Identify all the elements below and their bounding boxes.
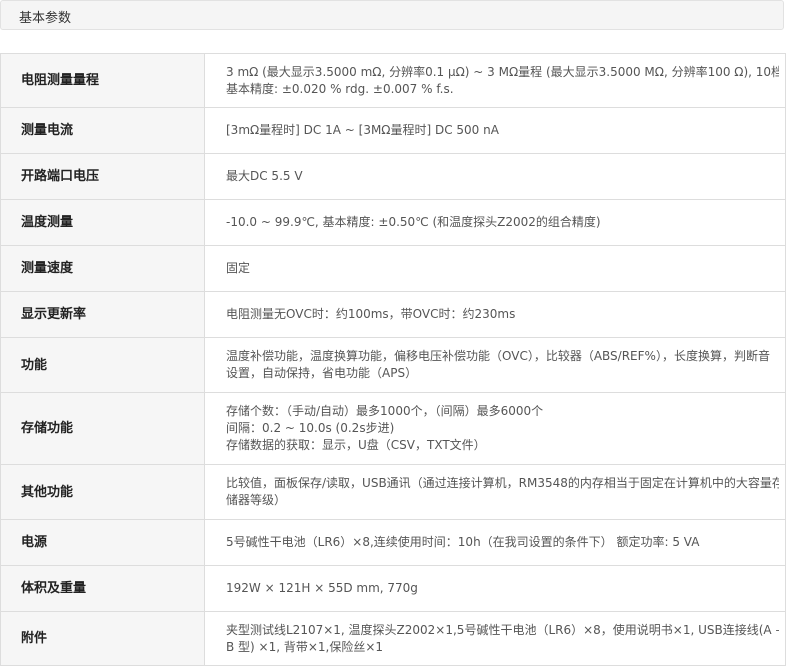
row-value: 比较值，面板保存/读取，USB通讯（通过连接计算机，RM3548的内存相当于固定… <box>204 464 786 520</box>
table-row: 附件 夹型测试线L2107×1, 温度探头Z2002×1,5号碱性干电池（LR6… <box>0 611 786 666</box>
spec-table: 电阻测量量程 3 mΩ (最大显示3.5000 mΩ, 分辨率0.1 μΩ) ~… <box>0 53 786 666</box>
value-line: [3mΩ量程时] DC 1A ~ [3MΩ量程时] DC 500 nA <box>226 123 499 137</box>
value-line: 比较值，面板保存/读取，USB通讯（通过连接计算机，RM3548的内存相当于固定… <box>226 476 779 490</box>
value-line: 最大DC 5.5 V <box>226 169 303 183</box>
row-label: 开路端口电压 <box>0 153 205 200</box>
value-line: 夹型测试线L2107×1, 温度探头Z2002×1,5号碱性干电池（LR6）×8… <box>226 622 779 637</box>
row-label: 测量电流 <box>0 107 205 154</box>
row-value: 最大DC 5.5 V <box>204 153 786 200</box>
row-label: 存储功能 <box>0 392 205 465</box>
value-line: 存储数据的获取：显示，U盘（CSV，TXT文件） <box>226 438 486 452</box>
row-value: 3 mΩ (最大显示3.5000 mΩ, 分辨率0.1 μΩ) ~ 3 MΩ量程… <box>204 53 786 108</box>
row-label: 其他功能 <box>0 464 205 520</box>
row-label: 温度测量 <box>0 199 205 246</box>
row-label: 电源 <box>0 519 205 566</box>
value-line: -10.0 ~ 99.9℃, 基本精度: ±0.50℃ (和温度探头Z2002的… <box>226 215 601 229</box>
table-row: 存储功能 存储个数：（手动/自动）最多1000个，（间隔）最多6000个 间隔：… <box>0 392 786 465</box>
value-line: 间隔：0.2 ~ 10.0s (0.2s步进) <box>226 421 395 435</box>
row-label: 体积及重量 <box>0 565 205 612</box>
row-value: 5号碱性干电池（LR6）×8,连续使用时间：10h（在我司设置的条件下） 额定功… <box>204 519 786 566</box>
value-line: 3 mΩ (最大显示3.5000 mΩ, 分辨率0.1 μΩ) ~ 3 MΩ量程… <box>226 64 779 79</box>
table-row: 测量速度 固定 <box>0 245 786 292</box>
row-label: 显示更新率 <box>0 291 205 338</box>
row-label: 附件 <box>0 611 205 666</box>
table-row: 其他功能 比较值，面板保存/读取，USB通讯（通过连接计算机，RM3548的内存… <box>0 464 786 520</box>
table-row: 测量电流 [3mΩ量程时] DC 1A ~ [3MΩ量程时] DC 500 nA <box>0 107 786 154</box>
table-row: 温度测量 -10.0 ~ 99.9℃, 基本精度: ±0.50℃ (和温度探头Z… <box>0 199 786 246</box>
value-line: 固定 <box>226 261 251 275</box>
table-row: 显示更新率 电阻测量无OVC时：约100ms，带OVC时：约230ms <box>0 291 786 338</box>
row-value: -10.0 ~ 99.9℃, 基本精度: ±0.50℃ (和温度探头Z2002的… <box>204 199 786 246</box>
value-line: 5号碱性干电池（LR6）×8,连续使用时间：10h（在我司设置的条件下） 额定功… <box>226 535 700 549</box>
row-value: 固定 <box>204 245 786 292</box>
row-value: 192W × 121H × 55D mm, 770g <box>204 565 786 612</box>
value-line: 192W × 121H × 55D mm, 770g <box>226 581 418 595</box>
table-row: 开路端口电压 最大DC 5.5 V <box>0 153 786 200</box>
value-line: 储器等级） <box>226 493 287 507</box>
value-line: B 型) ×1, 背带×1,保险丝×1 <box>226 639 384 654</box>
row-label: 电阻测量量程 <box>0 53 205 108</box>
section-header: 基本参数 <box>0 0 784 30</box>
row-value: 存储个数：（手动/自动）最多1000个，（间隔）最多6000个 间隔：0.2 ~… <box>204 392 786 465</box>
value-line: 设置，自动保持，省电功能（APS） <box>226 366 418 380</box>
row-label: 功能 <box>0 337 205 393</box>
value-line: 基本精度: ±0.020 % rdg. ±0.007 % f.s. <box>226 81 454 96</box>
table-row: 电源 5号碱性干电池（LR6）×8,连续使用时间：10h（在我司设置的条件下） … <box>0 519 786 566</box>
table-row: 体积及重量 192W × 121H × 55D mm, 770g <box>0 565 786 612</box>
value-line: 温度补偿功能，温度换算功能，偏移电压补偿功能（OVC），比较器（ABS/REF%… <box>226 349 770 363</box>
row-value: [3mΩ量程时] DC 1A ~ [3MΩ量程时] DC 500 nA <box>204 107 786 154</box>
table-row: 电阻测量量程 3 mΩ (最大显示3.5000 mΩ, 分辨率0.1 μΩ) ~… <box>0 53 786 108</box>
row-value: 温度补偿功能，温度换算功能，偏移电压补偿功能（OVC），比较器（ABS/REF%… <box>204 337 786 393</box>
row-value: 夹型测试线L2107×1, 温度探头Z2002×1,5号碱性干电池（LR6）×8… <box>204 611 786 666</box>
section-title: 基本参数 <box>19 11 72 26</box>
table-row: 功能 温度补偿功能，温度换算功能，偏移电压补偿功能（OVC），比较器（ABS/R… <box>0 337 786 393</box>
row-value: 电阻测量无OVC时：约100ms，带OVC时：约230ms <box>204 291 786 338</box>
value-line: 存储个数：（手动/自动）最多1000个，（间隔）最多6000个 <box>226 404 544 418</box>
value-line: 电阻测量无OVC时：约100ms，带OVC时：约230ms <box>226 307 516 321</box>
row-label: 测量速度 <box>0 245 205 292</box>
